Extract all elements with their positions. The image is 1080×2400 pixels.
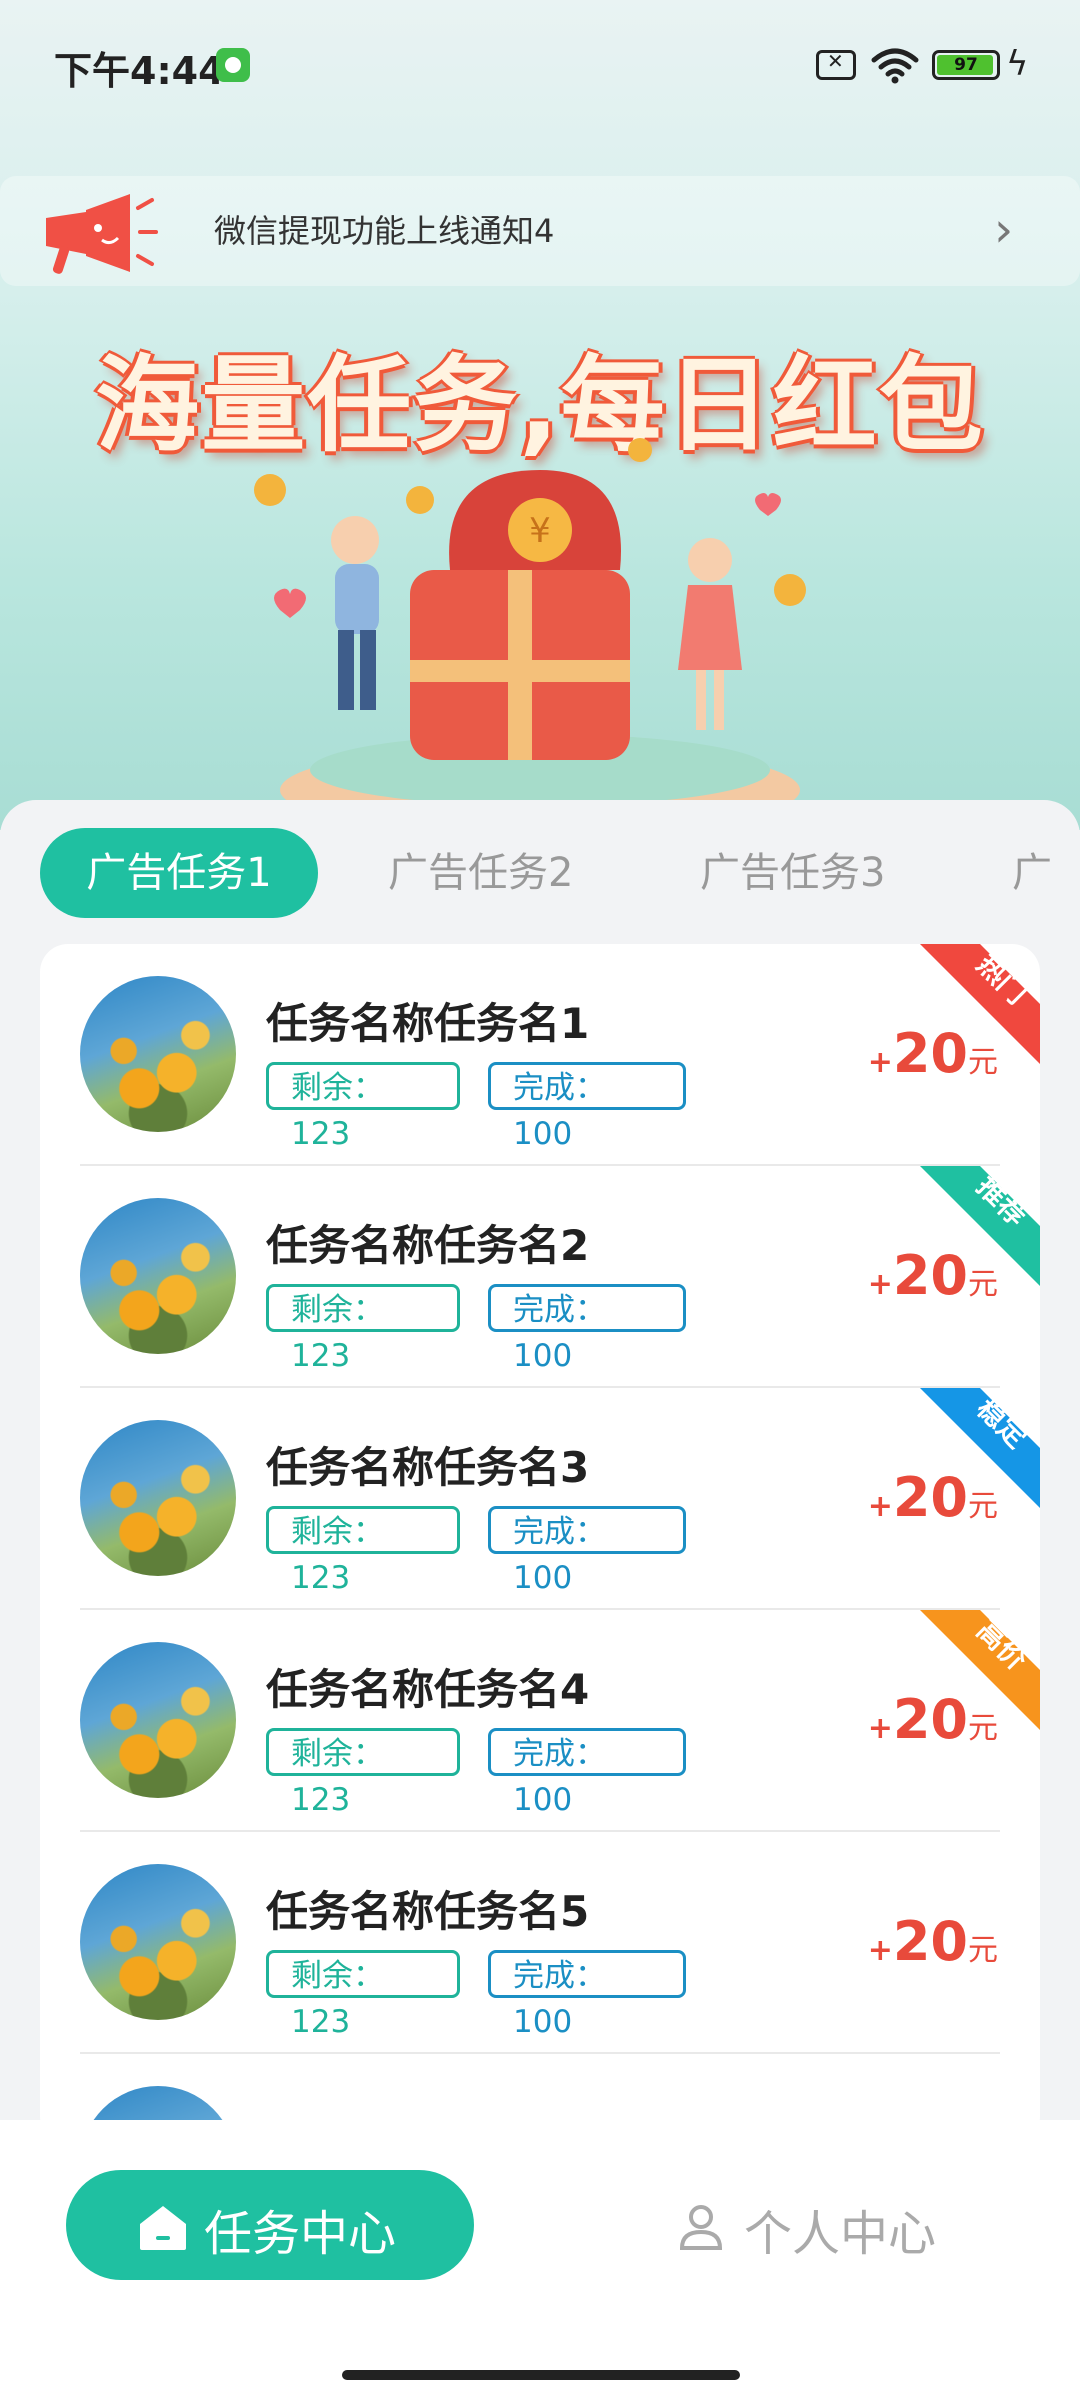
- task-row[interactable]: 任务名称任务名4 剩余：123 完成：100 +20元 高价: [40, 1610, 1040, 1832]
- chevron-right-icon[interactable]: ›: [994, 202, 1013, 258]
- task-thumbnail: [80, 976, 236, 1132]
- nav-personal-center[interactable]: 个人中心: [676, 2170, 976, 2280]
- remain-tag: 剩余：123: [266, 1284, 460, 1374]
- task-name: 任务名称任务名2: [266, 1221, 590, 1270]
- tab-ad-task-2[interactable]: 广告任务2: [388, 828, 573, 918]
- battery-icon: 97: [932, 50, 1000, 80]
- remain-tag: 剩余：123: [266, 1062, 460, 1152]
- task-row[interactable]: [40, 2054, 1040, 2120]
- reward-prefix: +: [867, 1045, 893, 1080]
- bottom-nav: 任务中心 个人中心: [0, 2120, 1080, 2400]
- nav-personal-center-label: 个人中心: [744, 2206, 937, 2262]
- task-name: 任务名称任务名1: [266, 999, 590, 1048]
- done-tag: 完成：100: [488, 1506, 686, 1596]
- reward-value: 20: [892, 1910, 968, 1973]
- home-indicator: [342, 2370, 740, 2380]
- task-name: 任务名称任务名4: [266, 1665, 590, 1714]
- tab-ad-task-3[interactable]: 广告任务3: [700, 828, 885, 918]
- tab-ad-task-4[interactable]: 广: [1012, 828, 1052, 918]
- app-notification-icon: [216, 48, 250, 82]
- task-thumbnail: [80, 2086, 236, 2120]
- reward-amount: +20元: [868, 1910, 998, 1973]
- status-time: 下午4:44: [54, 49, 225, 93]
- charging-icon: ϟ: [1006, 44, 1029, 84]
- task-sheet: 广告任务1 广告任务2 广告任务3 广 任务名称任务名1 剩余：123 完成：1…: [0, 800, 1080, 2120]
- task-row[interactable]: 任务名称任务名2 剩余：123 完成：100 +20元 推荐: [40, 1166, 1040, 1388]
- reward-prefix: +: [867, 1711, 893, 1746]
- task-name: 任务名称任务名3: [266, 1443, 590, 1492]
- badge-ribbon: 推荐: [920, 1166, 1040, 1286]
- home-icon: [140, 2206, 186, 2250]
- notice-text: 微信提现功能上线通知4: [214, 212, 555, 250]
- wifi-icon: [871, 48, 919, 84]
- task-name: 任务名称任务名5: [266, 1887, 590, 1936]
- notice-bar[interactable]: 微信提现功能上线通知4 ›: [0, 176, 1080, 286]
- task-thumbnail: [80, 1198, 236, 1354]
- remain-tag: 剩余：123: [266, 1728, 460, 1818]
- nav-task-center[interactable]: 任务中心: [66, 2170, 474, 2280]
- task-thumbnail: [80, 1864, 236, 2020]
- remain-tag: 剩余：123: [266, 1950, 460, 2040]
- megaphone-icon: [46, 194, 158, 274]
- status-bar: 下午4:44 97 ϟ: [0, 0, 1080, 130]
- red-packet-illustration: ¥: [254, 438, 806, 830]
- tab-ad-task-1[interactable]: 广告任务1: [40, 828, 318, 918]
- reward-unit: 元: [968, 1933, 998, 1968]
- reward-prefix: +: [867, 1933, 893, 1968]
- remain-tag: 剩余：123: [266, 1506, 460, 1596]
- task-list: 任务名称任务名1 剩余：123 完成：100 +20元 热门 任务名称任务名2 …: [40, 944, 1040, 2120]
- done-tag: 完成：100: [488, 1950, 686, 2040]
- task-row[interactable]: 任务名称任务名3 剩余：123 完成：100 +20元 稳定: [40, 1388, 1040, 1610]
- done-tag: 完成：100: [488, 1728, 686, 1818]
- tab-bar: 广告任务1 广告任务2 广告任务3 广: [0, 828, 1080, 918]
- done-tag: 完成：100: [488, 1284, 686, 1374]
- svg-text:¥: ¥: [529, 511, 551, 551]
- task-row[interactable]: 任务名称任务名1 剩余：123 完成：100 +20元 热门: [40, 944, 1040, 1166]
- no-sim-icon: [816, 49, 856, 80]
- badge-ribbon: 稳定: [920, 1388, 1040, 1508]
- done-tag: 完成：100: [488, 1062, 686, 1152]
- task-row[interactable]: 任务名称任务名5 剩余：123 完成：100 +20元: [40, 1832, 1040, 2054]
- task-thumbnail: [80, 1642, 236, 1798]
- nav-task-center-label: 任务中心: [204, 2206, 397, 2262]
- user-icon: [679, 2205, 723, 2250]
- reward-prefix: +: [867, 1489, 893, 1524]
- badge-ribbon: 热门: [920, 944, 1040, 1064]
- battery-percent: 97: [954, 55, 978, 75]
- badge-ribbon: 高价: [920, 1610, 1040, 1730]
- reward-prefix: +: [867, 1267, 893, 1302]
- task-thumbnail: [80, 1420, 236, 1576]
